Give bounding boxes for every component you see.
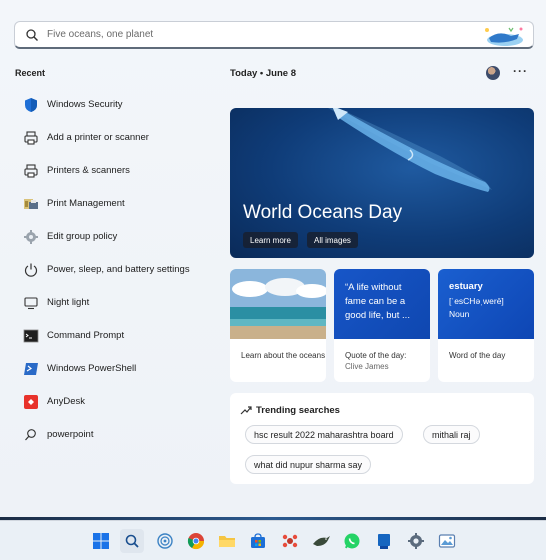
recent-item-label: Add a printer or scanner (47, 132, 149, 143)
word-caption: Word of the day (449, 351, 506, 360)
recent-item-power-settings[interactable]: Power, sleep, and battery settings (14, 253, 214, 286)
trending-searches-card: Trending searches hsc result 2022 mahara… (230, 393, 534, 484)
recent-item-anydesk[interactable]: AnyDesk (14, 385, 214, 418)
learn-more-button[interactable]: Learn more (243, 232, 298, 248)
quote-caption: Quote of the day: (345, 351, 407, 360)
search-icon[interactable] (120, 529, 144, 553)
powershell-icon (22, 360, 39, 377)
taskbar (0, 520, 546, 560)
recent-item-powerpoint-search[interactable]: powerpoint (14, 418, 214, 451)
search-input[interactable] (47, 29, 427, 40)
search-icon (26, 28, 38, 41)
quote-card[interactable]: “A life without fame can be a good life,… (334, 269, 430, 382)
more-options-button[interactable]: ··· (513, 64, 528, 78)
recent-item-label: AnyDesk (47, 396, 86, 407)
all-images-button[interactable]: All images (307, 232, 358, 248)
printer-icon (22, 162, 39, 179)
recent-list: Windows Security Add a printer or scanne… (14, 88, 214, 451)
today-heading: Today • June 8 (230, 68, 296, 79)
monitor-icon (22, 294, 39, 311)
recent-heading: Recent (15, 68, 46, 78)
blue-app-icon[interactable] (374, 531, 394, 551)
word-panel: estuary [ˈesCHəˌwerē] Noun (438, 269, 534, 339)
shield-icon (22, 96, 39, 113)
recent-item-label: Windows PowerShell (47, 363, 137, 374)
anydesk-icon (22, 393, 39, 410)
trending-title: Trending searches (256, 405, 340, 416)
recent-item-command-prompt[interactable]: Command Prompt (14, 319, 214, 352)
whale-doodle-icon[interactable] (479, 24, 529, 48)
recent-item-edit-group-policy[interactable]: Edit group policy (14, 220, 214, 253)
hero-card[interactable]: World Oceans Day Learn more All images (230, 108, 534, 258)
recent-item-printers-scanners[interactable]: Printers & scanners (14, 154, 214, 187)
search-icon (22, 426, 39, 443)
recent-item-add-printer[interactable]: Add a printer or scanner (14, 121, 214, 154)
avatar[interactable] (486, 66, 500, 80)
beach-image (230, 269, 326, 339)
windows-start-icon[interactable] (91, 531, 111, 551)
file-explorer-icon[interactable] (217, 531, 237, 551)
copilot-icon[interactable] (155, 531, 175, 551)
recent-item-night-light[interactable]: Night light (14, 286, 214, 319)
hero-title: World Oceans Day (243, 202, 403, 223)
group-policy-icon (22, 228, 39, 245)
today-label: Today (230, 68, 258, 79)
word-title: estuary (449, 281, 483, 292)
quote-author: Clive James (345, 362, 389, 371)
word-part-of-speech: Noun (449, 309, 470, 319)
recent-item-print-management[interactable]: Print Management (14, 187, 214, 220)
word-of-day-card[interactable]: estuary [ˈesCHəˌwerē] Noun Word of the d… (438, 269, 534, 382)
cmd-icon (22, 327, 39, 344)
today-date: June 8 (265, 68, 296, 79)
trending-chip[interactable]: hsc result 2022 maharashtra board (245, 425, 403, 444)
recent-item-label: powerpoint (47, 429, 94, 440)
app-icon[interactable] (280, 531, 300, 551)
store-icon[interactable] (248, 531, 268, 551)
trending-arrow-icon (240, 406, 252, 415)
learn-oceans-card[interactable]: Learn about the oceans (230, 269, 326, 382)
quote-text: “A life without fame can be a good life,… (334, 269, 430, 339)
recent-item-label: Print Management (47, 198, 125, 209)
trending-chip[interactable]: mithali raj (423, 425, 480, 444)
settings-icon[interactable] (406, 531, 426, 551)
recent-item-label: Edit group policy (47, 231, 118, 242)
recent-item-label: Night light (47, 297, 90, 308)
bird-icon[interactable] (311, 531, 331, 551)
recent-item-label: Command Prompt (47, 330, 125, 341)
recent-item-label: Power, sleep, and battery settings (47, 264, 190, 275)
photos-icon[interactable] (437, 531, 457, 551)
recent-item-label: Printers & scanners (47, 165, 130, 176)
printer-icon (22, 129, 39, 146)
recent-item-label: Windows Security (47, 99, 123, 110)
whatsapp-icon[interactable] (342, 531, 362, 551)
recent-item-windows-security[interactable]: Windows Security (14, 88, 214, 121)
word-phonetic: [ˈesCHəˌwerē] (449, 296, 504, 306)
search-bar[interactable] (14, 21, 534, 49)
power-icon (22, 261, 39, 278)
print-management-icon (22, 195, 39, 212)
learn-oceans-caption: Learn about the oceans (241, 351, 326, 360)
recent-item-windows-powershell[interactable]: Windows PowerShell (14, 352, 214, 385)
chrome-icon[interactable] (186, 531, 206, 551)
trending-chip[interactable]: what did nupur sharma say (245, 455, 372, 474)
